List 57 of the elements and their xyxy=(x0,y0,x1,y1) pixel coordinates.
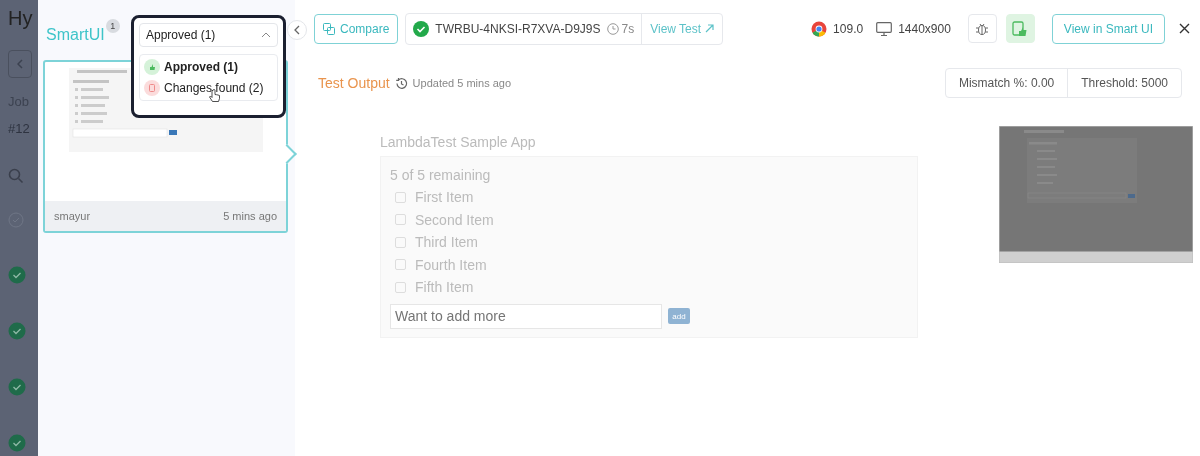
duration: 7s xyxy=(621,21,635,36)
dropdown-option[interactable]: Approved (1) xyxy=(142,58,275,76)
remaining-count: 5 of 5 remaining xyxy=(390,167,492,183)
close-icon xyxy=(1179,23,1190,34)
compare-icon xyxy=(323,22,335,35)
compare-button[interactable]: Compare xyxy=(314,13,399,44)
screen-resolution: 1440x900 xyxy=(898,21,951,36)
checkbox[interactable] xyxy=(395,214,406,226)
view-in-smart-ui-button[interactable]: View in Smart UI xyxy=(1051,13,1165,44)
threshold-value: Threshold: 5000 xyxy=(1067,69,1181,97)
check-circle-icon xyxy=(8,322,26,340)
checkbox[interactable] xyxy=(395,191,406,203)
minimap-drawing[interactable] xyxy=(999,126,1193,263)
checkbox[interactable] xyxy=(395,281,406,293)
check-circle-icon xyxy=(8,434,26,452)
app-title: LambdaTest Sample App xyxy=(380,134,537,150)
timestamp: 5 mins ago xyxy=(223,210,277,222)
approve-button[interactable] xyxy=(1005,14,1035,43)
author-name: smayur xyxy=(54,210,91,222)
monitor-icon xyxy=(876,21,893,36)
checkbox[interactable] xyxy=(395,259,406,271)
collapse-button[interactable] xyxy=(287,20,307,40)
view-test-link[interactable]: View Test xyxy=(641,13,723,44)
chevron-left-icon xyxy=(294,25,300,35)
search-icon xyxy=(8,168,24,184)
browser-icon xyxy=(811,20,828,37)
count-badge: 1 xyxy=(105,19,120,33)
thumbs-up-icon xyxy=(1012,20,1029,37)
dropdown-option[interactable]: Changes found (2) xyxy=(142,79,275,97)
history-icon xyxy=(394,76,408,90)
bug-report-button[interactable] xyxy=(967,14,997,43)
back-button[interactable] xyxy=(8,50,32,78)
check-circle-icon xyxy=(8,266,26,284)
page-title: Hy xyxy=(8,6,33,31)
close-button[interactable] xyxy=(1179,23,1190,34)
checkbox[interactable] xyxy=(395,236,406,248)
thumbs-up-icon xyxy=(144,59,160,75)
item-label: Fifth Item xyxy=(415,278,474,297)
clock-icon xyxy=(606,22,619,35)
test-id: TWRBU-4NKSI-R7XVA-D9J9S xyxy=(435,21,601,36)
item-label: Third Item xyxy=(415,233,478,252)
check-circle-icon xyxy=(8,378,26,396)
browser-version: 109.0 xyxy=(833,21,864,36)
status-dropdown[interactable]: Approved (1) xyxy=(139,23,278,47)
mismatch-value: Mismatch %: 0.00 xyxy=(957,75,1056,92)
external-link-icon xyxy=(705,24,715,33)
section-title: Test Output xyxy=(318,75,390,91)
text-input[interactable]: Want to add more xyxy=(390,303,662,329)
sidebar-title: SmartUI xyxy=(46,26,105,44)
item-label: Second Item xyxy=(415,210,494,230)
add-button[interactable]: add xyxy=(668,308,690,324)
document-icon xyxy=(144,80,160,96)
updated-time: Updated 5 mins ago xyxy=(412,77,512,89)
chevron-left-icon xyxy=(17,59,23,69)
item-label: First Item xyxy=(415,188,474,207)
item-label: Fourth Item xyxy=(415,255,487,275)
bug-icon xyxy=(975,21,990,36)
